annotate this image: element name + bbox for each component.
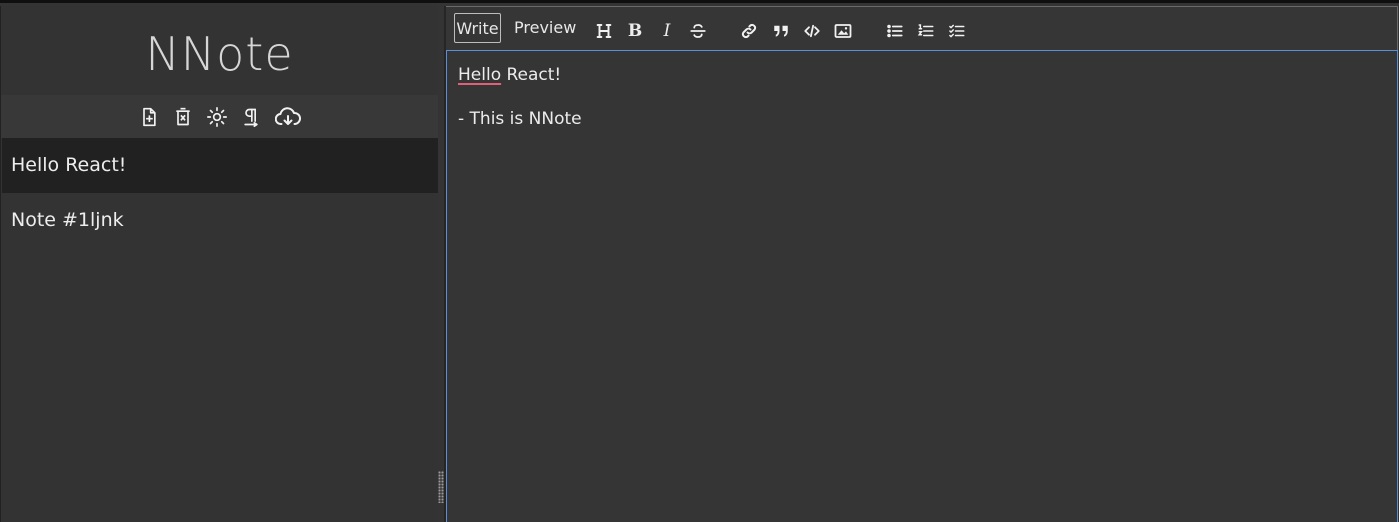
editor-line-1-rest: React! (501, 65, 562, 85)
quote-button[interactable] (771, 21, 791, 41)
delete-note-icon (175, 107, 190, 125)
quote-icon (774, 25, 788, 37)
editor-line-1: Hello React! (458, 64, 1386, 86)
paragraph-icon (243, 108, 258, 127)
sidebar: NNote Hello React! Note #1ljnk (0, 6, 438, 522)
link-button[interactable] (739, 21, 759, 41)
note-item-1ljnk[interactable]: Note #1ljnk (2, 193, 438, 248)
editor-toolbar: Write Preview B I (446, 6, 1398, 50)
bold-icon: B (627, 21, 643, 41)
unordered-list-icon (887, 24, 903, 38)
image-button[interactable] (833, 21, 853, 41)
new-note-button[interactable] (139, 107, 159, 127)
note-item-hello-react[interactable]: Hello React! (2, 138, 438, 193)
ordered-list-icon (917, 24, 934, 37)
cloud-download-icon (274, 106, 301, 125)
italic-icon: I (663, 21, 671, 41)
checklist-icon (949, 24, 965, 38)
note-list: Hello React! Note #1ljnk (2, 138, 438, 248)
unordered-list-button[interactable] (885, 21, 905, 41)
editor-line-3: - This is NNote (458, 109, 582, 129)
header-button[interactable] (594, 21, 614, 41)
sidebar-toolbar (1, 95, 438, 138)
image-icon (834, 24, 852, 38)
theme-toggle-icon (206, 106, 227, 127)
editor-textarea[interactable]: Hello React! - This is NNote (446, 50, 1398, 522)
delete-note-button[interactable] (173, 107, 193, 127)
code-icon (804, 24, 820, 38)
tab-write[interactable]: Write (454, 13, 501, 43)
checklist-button[interactable] (947, 21, 967, 41)
theme-toggle-button[interactable] (206, 106, 227, 127)
download-button[interactable] (274, 106, 301, 127)
italic-button[interactable]: I (657, 21, 677, 41)
strikethrough-icon (690, 24, 706, 38)
markdown-editor: Write Preview B I Hello React! - This is… (446, 6, 1399, 522)
spellcheck-word: Hello (458, 65, 502, 85)
code-button[interactable] (802, 21, 822, 41)
new-note-icon (142, 107, 156, 126)
tab-preview[interactable]: Preview (514, 13, 576, 43)
paragraph-button[interactable] (241, 107, 261, 127)
header-icon (596, 24, 612, 38)
bold-button[interactable]: B (625, 21, 645, 41)
app-window: NNote Hello React! Note #1ljnk Write Pre… (0, 0, 1399, 522)
ordered-list-button[interactable] (916, 21, 936, 41)
strikethrough-button[interactable] (688, 21, 708, 41)
editor-blank-line (458, 86, 1386, 108)
app-brand: NNote (145, 27, 294, 81)
link-icon (741, 23, 757, 39)
resize-handle[interactable] (438, 471, 444, 503)
